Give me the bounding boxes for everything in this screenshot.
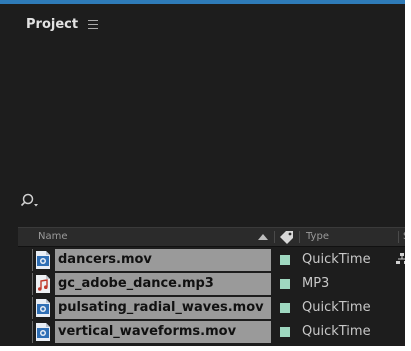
list-item[interactable]: vertical_waveforms.mov QuickTime — [32, 321, 405, 345]
file-type: QuickTime — [302, 324, 371, 339]
column-divider[interactable] — [398, 231, 399, 243]
panel-title: Project — [26, 16, 79, 32]
file-name[interactable]: pulsating_radial_waves.mov — [55, 297, 271, 319]
column-divider[interactable] — [274, 231, 275, 243]
column-divider[interactable] — [299, 231, 300, 243]
file-name[interactable]: vertical_waveforms.mov — [55, 321, 271, 343]
video-file-icon — [36, 299, 50, 317]
column-s[interactable]: S — [403, 228, 405, 246]
column-type[interactable]: Type — [306, 228, 329, 246]
name-cell[interactable]: pulsating_radial_waves.mov — [32, 297, 271, 319]
column-name[interactable]: Name — [38, 228, 68, 246]
tag-icon[interactable] — [279, 230, 294, 244]
file-name[interactable]: dancers.mov — [55, 249, 271, 271]
label-color-swatch[interactable] — [280, 327, 290, 337]
file-list: dancers.mov QuickTime gc_adobe_dance.mp3… — [32, 249, 405, 345]
file-name[interactable]: gc_adobe_dance.mp3 — [55, 273, 271, 295]
list-item[interactable]: dancers.mov QuickTime — [32, 249, 405, 273]
file-type: MP3 — [302, 276, 330, 291]
label-color-swatch[interactable] — [280, 255, 290, 265]
sort-up-icon[interactable] — [258, 233, 268, 241]
column-header: Name Type S — [18, 227, 405, 247]
name-cell[interactable]: dancers.mov — [32, 249, 271, 271]
video-file-icon — [36, 323, 50, 341]
hierarchy-icon — [396, 253, 405, 264]
label-color-swatch[interactable] — [280, 279, 290, 289]
list-item[interactable]: pulsating_radial_waves.mov QuickTime — [32, 297, 405, 321]
audio-file-icon — [36, 275, 50, 293]
hamburger-icon[interactable] — [88, 19, 99, 29]
file-type: QuickTime — [302, 300, 371, 315]
project-panel: Project Name Type S — [0, 0, 405, 346]
search-dropdown-icon[interactable] — [20, 192, 42, 210]
list-item[interactable]: gc_adobe_dance.mp3 MP3 — [32, 273, 405, 297]
name-cell[interactable]: gc_adobe_dance.mp3 — [32, 273, 271, 295]
panel-header: Project — [0, 4, 405, 44]
file-type: QuickTime — [302, 252, 371, 267]
name-cell[interactable]: vertical_waveforms.mov — [32, 321, 271, 343]
label-color-swatch[interactable] — [280, 303, 290, 313]
video-file-icon — [36, 251, 50, 269]
search-bar[interactable] — [20, 189, 405, 213]
